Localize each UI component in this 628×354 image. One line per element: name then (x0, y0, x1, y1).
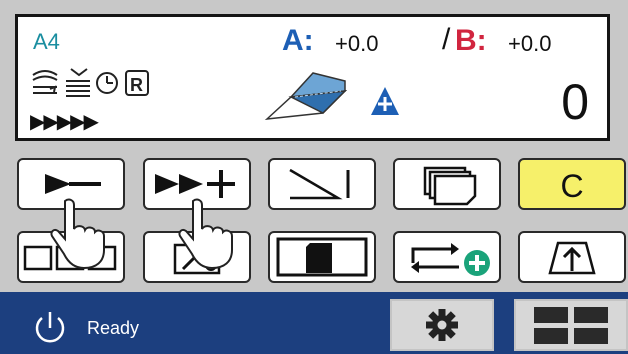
a-value: +0.0 (335, 31, 379, 56)
tray-up-icon (548, 241, 596, 275)
tray-up-key[interactable] (518, 231, 626, 283)
status-icons: R (30, 65, 180, 104)
grid-icon (534, 307, 608, 344)
menu-button[interactable] (514, 299, 628, 351)
svg-text:R: R (130, 75, 143, 95)
gear-icon (426, 309, 458, 341)
stacker-icon (32, 70, 58, 94)
settings-button[interactable] (390, 299, 494, 351)
clear-key-label: C (560, 168, 584, 204)
status-text: Ready (87, 318, 140, 338)
stack-key[interactable] (393, 158, 501, 210)
loop-add-key[interactable] (393, 231, 501, 283)
b-value: +0.0 (508, 31, 552, 56)
paper-size: A4 (33, 29, 60, 54)
progress-arrows: ▶▶▶▶▶ (30, 111, 99, 133)
stacked-pages-icon (423, 166, 477, 206)
folded-sheet-icon (264, 72, 399, 120)
b-label: B: (455, 24, 487, 57)
plus-triangle-icon (371, 87, 399, 115)
r-mode-icon: R (125, 70, 149, 96)
a-label: A: (282, 24, 314, 57)
clear-key[interactable]: C (518, 158, 626, 210)
ramp-key[interactable] (268, 158, 376, 210)
pointing-hand-icon (50, 198, 105, 269)
sheet-counter: 0 (561, 74, 589, 130)
sheet-stack-icon (66, 68, 90, 97)
separator-slash: / (442, 23, 451, 56)
power-icon[interactable] (30, 308, 70, 348)
card-icon (276, 237, 368, 277)
timer-icon (96, 72, 118, 94)
pointing-hand-icon (178, 198, 233, 269)
lcd-display: A4 A: +0.0 / B: +0.0 R 0 ▶▶▶▶▶ (15, 14, 610, 141)
card-key[interactable] (268, 231, 376, 283)
ramp-icon (289, 168, 350, 200)
loop-plus-icon (411, 243, 490, 276)
